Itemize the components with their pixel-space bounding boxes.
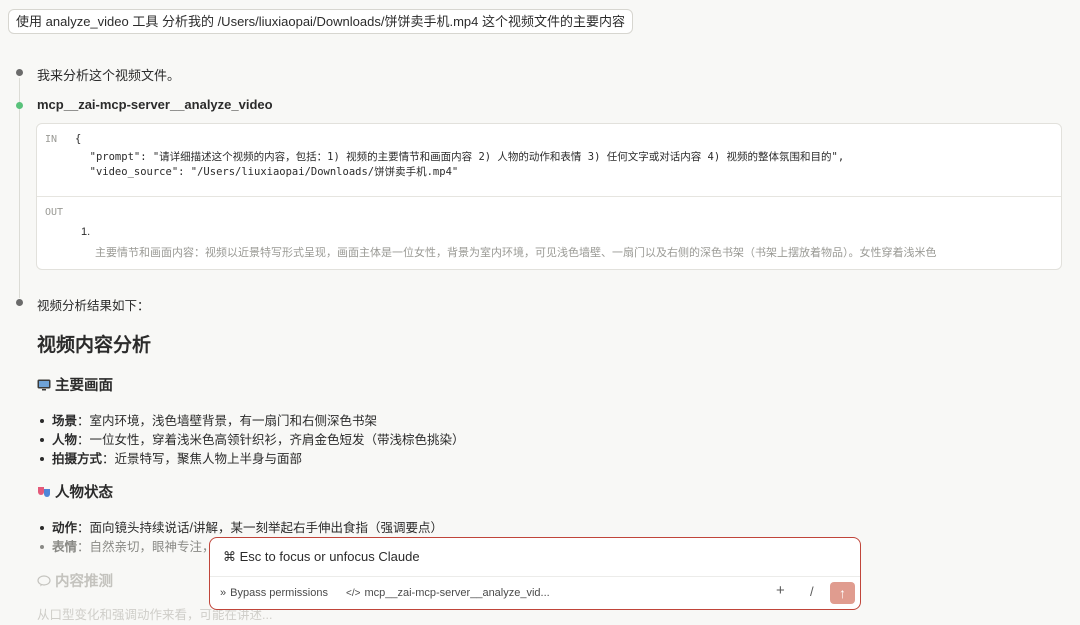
- tool-input-source-line: "video_source": "/Users/liuxiaopai/Downl…: [77, 166, 459, 178]
- tool-call-name[interactable]: mcp__zai-mcp-server__analyze_video: [37, 97, 273, 112]
- section-heading-text: 人物状态: [55, 485, 113, 501]
- assistant-message-intro: 我来分析这个视频文件。: [37, 68, 181, 83]
- list-item: 动作：面向镜头持续说话/讲解，某一刻举起右手伸出食指（强调要点）: [40, 517, 443, 536]
- tool-chip[interactable]: </> mcp__zai-mcp-server__analyze_vid...: [346, 587, 550, 599]
- tool-output-label: OUT: [45, 207, 64, 218]
- bypass-permissions-label: Bypass permissions: [230, 587, 328, 599]
- section-heading-text: 主要画面: [55, 378, 113, 394]
- list-item-text: ：近景特写，聚焦人物上半身与面部: [102, 452, 303, 466]
- chat-input-placeholder[interactable]: ⌘ Esc to focus or unfocus Claude: [223, 549, 420, 565]
- tool-status-dot: [16, 102, 23, 109]
- list-item-text: ：自然亲切，眼神专注，: [77, 540, 215, 554]
- speech-bubble-icon: [37, 575, 51, 587]
- message-dot: [16, 69, 23, 76]
- tool-input-open-brace: {: [75, 133, 82, 145]
- chat-input-box[interactable]: ⌘ Esc to focus or unfocus Claude » Bypass…: [209, 537, 861, 610]
- section-heading-content-guess: 内容推测: [37, 570, 113, 591]
- double-chevron-icon: »: [220, 587, 227, 599]
- tool-chip-label: mcp__zai-mcp-server__analyze_vid...: [364, 587, 550, 599]
- list-item-label: 动作: [52, 521, 78, 535]
- list-item: 场景：室内环境，浅色墙壁背景，有一扇门和右侧深色书架: [40, 410, 377, 429]
- section-heading-main-scene: 主要画面: [37, 374, 113, 395]
- list-item: 表情：自然亲切，眼神专注，: [40, 536, 215, 555]
- list-item-label: 人物: [52, 433, 78, 447]
- list-item: 拍摄方式：近景特写，聚焦人物上半身与面部: [40, 448, 302, 467]
- tool-input-prompt-line: "prompt": "请详细描述这个视频的内容，包括：1) 视频的主要情节和画面…: [77, 151, 845, 163]
- code-icon: </>: [346, 588, 361, 599]
- masks-icon: [37, 486, 51, 498]
- section-heading-person-state: 人物状态: [37, 481, 113, 502]
- list-item-text: ：室内环境，浅色墙壁背景，有一扇门和右侧深色书架: [77, 414, 378, 428]
- bypass-permissions-button[interactable]: » Bypass permissions: [220, 587, 328, 599]
- message-dot: [16, 299, 23, 306]
- tool-io-divider: [37, 196, 1061, 197]
- timeline-line: [19, 78, 20, 298]
- analysis-title: 视频内容分析: [37, 335, 152, 356]
- tool-output-text: 主要情节和画面内容：视频以近景特写形式呈现，画面主体是一位女性，背景为室内环境，…: [95, 247, 937, 259]
- add-button[interactable]: +: [776, 582, 785, 599]
- tool-call-panel[interactable]: IN { "prompt": "请详细描述这个视频的内容，包括：1) 视频的主要…: [36, 123, 1062, 270]
- list-item-text: ：一位女性，穿着浅米色高领针织衫，齐肩金色短发（带浅棕色挑染）: [77, 433, 465, 447]
- list-item-label: 表情: [52, 540, 78, 554]
- user-prompt-bubble: 使用 analyze_video 工具 分析我的 /Users/liuxiaop…: [8, 9, 633, 34]
- section-heading-text: 内容推测: [55, 574, 113, 590]
- list-item-text: ：面向镜头持续说话/讲解，某一刻举起右手伸出食指（强调要点）: [77, 521, 443, 535]
- send-button[interactable]: ↑: [830, 582, 855, 604]
- slash-command-button[interactable]: /: [810, 584, 814, 599]
- list-item: 人物：一位女性，穿着浅米色高领针织衫，齐肩金色短发（带浅棕色挑染）: [40, 429, 465, 448]
- result-intro: 视频分析结果如下：: [37, 299, 150, 313]
- list-item-label: 场景: [52, 414, 78, 428]
- tool-input-label: IN: [45, 134, 58, 145]
- list-item-label: 拍摄方式: [52, 452, 103, 466]
- input-divider: [210, 576, 860, 577]
- tool-output-number: 1.: [81, 226, 91, 238]
- tv-icon: [37, 379, 51, 391]
